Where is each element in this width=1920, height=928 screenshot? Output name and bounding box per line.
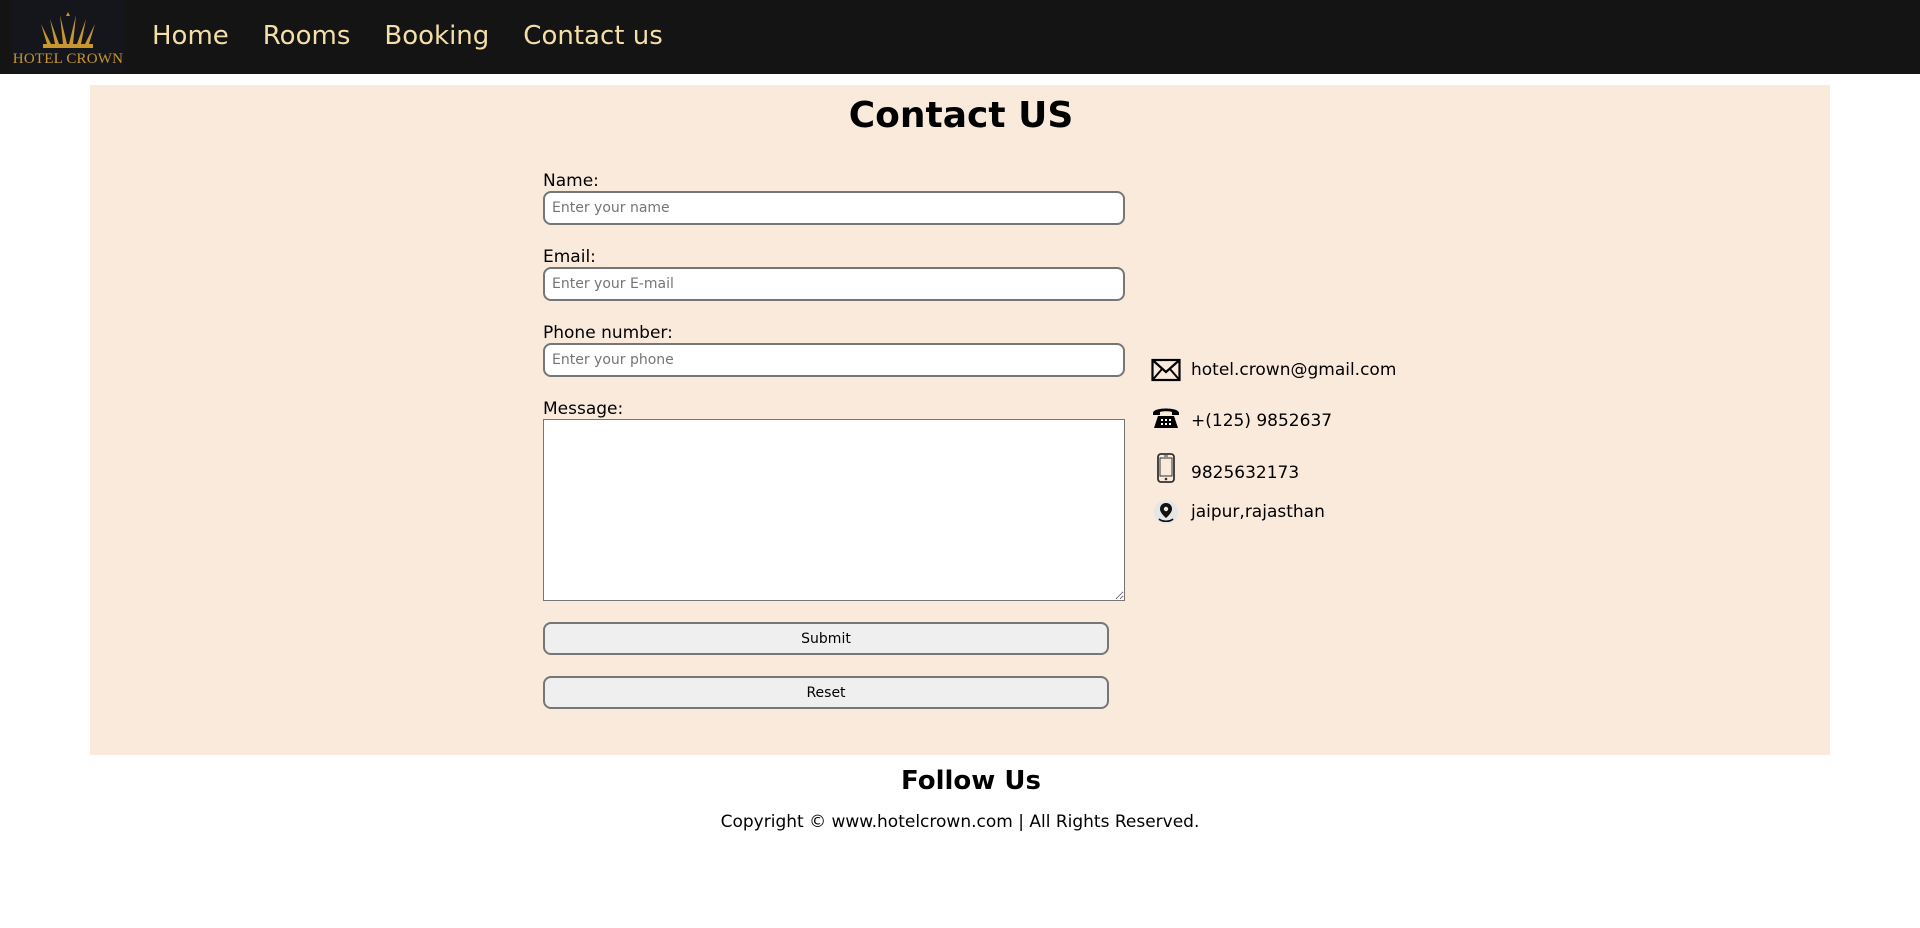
name-label: Name: — [543, 171, 599, 191]
hotel-logo[interactable]: HOTEL CROWN — [12, 0, 124, 72]
envelope-icon — [1151, 355, 1181, 385]
crown-icon — [41, 12, 95, 48]
contact-email-row: hotel.crown@gmail.com — [1151, 353, 1396, 387]
nav-booking[interactable]: Booking — [384, 23, 489, 49]
nav-contact-us[interactable]: Contact us — [523, 23, 662, 49]
contact-mobile-text: 9825632173 — [1191, 463, 1300, 483]
copyright-text: Copyright © www.hotelcrown.com | All Rig… — [720, 812, 1200, 832]
contact-mobile-row: 9825632173 — [1151, 451, 1299, 485]
submit-button[interactable]: Submit — [543, 622, 1109, 655]
logo-text: HOTEL CROWN — [12, 51, 124, 67]
contact-landline-text: +(125) 9852637 — [1191, 411, 1333, 431]
contact-panel: Contact US Name: Email: Phone number: Me… — [90, 85, 1830, 755]
phone-input[interactable] — [543, 343, 1125, 377]
location-pin-icon — [1151, 497, 1181, 527]
contact-location-row: jaipur,rajasthan — [1151, 495, 1325, 529]
mobile-phone-icon — [1151, 453, 1181, 483]
contact-location-text: jaipur,rajasthan — [1191, 502, 1325, 522]
nav-home[interactable]: Home — [152, 23, 229, 49]
message-textarea[interactable] — [543, 419, 1125, 601]
nav-rooms[interactable]: Rooms — [263, 23, 351, 49]
navbar: HOTEL CROWN Home Rooms Booking Contact u… — [0, 0, 1920, 74]
phone-label: Phone number: — [543, 323, 673, 343]
follow-us-heading: Follow Us — [901, 766, 1041, 796]
contact-email-text: hotel.crown@gmail.com — [1191, 360, 1397, 380]
message-label: Message: — [543, 399, 624, 419]
telephone-icon — [1151, 402, 1181, 432]
email-input[interactable] — [543, 267, 1125, 301]
page-title: Contact US — [848, 95, 1074, 136]
email-label: Email: — [543, 247, 596, 267]
reset-button[interactable]: Reset — [543, 676, 1109, 709]
contact-landline-row: +(125) 9852637 — [1151, 400, 1332, 434]
contact-form: Name: Email: Phone number: Message: Subm… — [543, 171, 1133, 709]
main-nav: Home Rooms Booking Contact us — [152, 0, 697, 72]
name-input[interactable] — [543, 191, 1125, 225]
